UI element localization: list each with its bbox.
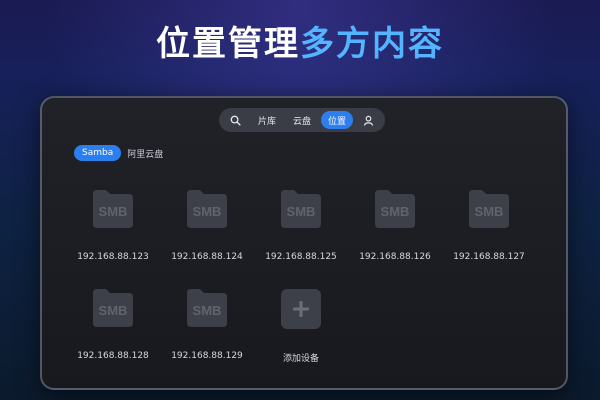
smb-folder-icon: SMB [373,188,417,228]
folder-badge: SMB [287,204,316,219]
search-icon [230,115,241,126]
headline-part-1: 位置管理 [156,24,300,64]
plus-icon [293,301,309,317]
search-button[interactable] [223,111,248,129]
smb-folder-icon: SMB [185,287,229,327]
nav-tab-cloud-drive[interactable]: 云盘 [286,111,318,129]
device-name: 192.168.88.128 [77,351,149,361]
device-tile[interactable]: SMB 192.168.88.125 [261,188,341,262]
folder-badge: SMB [99,204,128,219]
page-headline: 位置管理多方内容 [0,16,600,65]
add-device-tile[interactable]: 添加设备 [261,289,341,364]
device-tile[interactable]: SMB 192.168.88.127 [449,188,529,262]
device-name: 192.168.88.129 [171,351,243,361]
smb-folder-icon: SMB [91,188,135,228]
folder-badge: SMB [475,204,504,219]
source-tabs: Samba 阿里云盘 [74,145,163,161]
nav-tab-library[interactable]: 片库 [251,111,283,129]
folder-badge: SMB [193,303,222,318]
device-name: 192.168.88.126 [359,252,431,262]
device-name: 192.168.88.124 [171,252,243,262]
smb-folder-icon: SMB [91,287,135,327]
folder-badge: SMB [99,303,128,318]
device-tile[interactable]: SMB 192.168.88.126 [355,188,435,262]
tab-samba[interactable]: Samba [74,145,122,161]
device-tile[interactable]: SMB 192.168.88.128 [73,287,153,361]
nav-tab-locations[interactable]: 位置 [320,111,353,129]
folder-badge: SMB [381,204,410,219]
device-name: 192.168.88.125 [265,252,337,262]
add-device-label: 添加设备 [282,354,319,364]
device-tile[interactable]: SMB 192.168.88.129 [167,287,247,361]
headline-part-2: 多方内容 [300,24,444,64]
smb-folder-icon: SMB [185,188,229,228]
smb-folder-icon: SMB [467,188,511,228]
tab-aliyun-drive[interactable]: 阿里云盘 [127,147,163,160]
top-nav-bar: 片库 云盘 位置 [219,108,385,132]
device-name: 192.168.88.127 [453,252,525,262]
device-name: 192.168.88.123 [77,252,149,262]
folder-badge: SMB [193,204,222,219]
device-tile[interactable]: SMB 192.168.88.124 [167,188,247,262]
add-device-button[interactable] [281,289,321,329]
device-tile[interactable]: SMB 192.168.88.123 [73,188,153,262]
smb-folder-icon: SMB [279,188,323,228]
user-icon [364,115,373,126]
profile-button[interactable] [356,111,381,129]
